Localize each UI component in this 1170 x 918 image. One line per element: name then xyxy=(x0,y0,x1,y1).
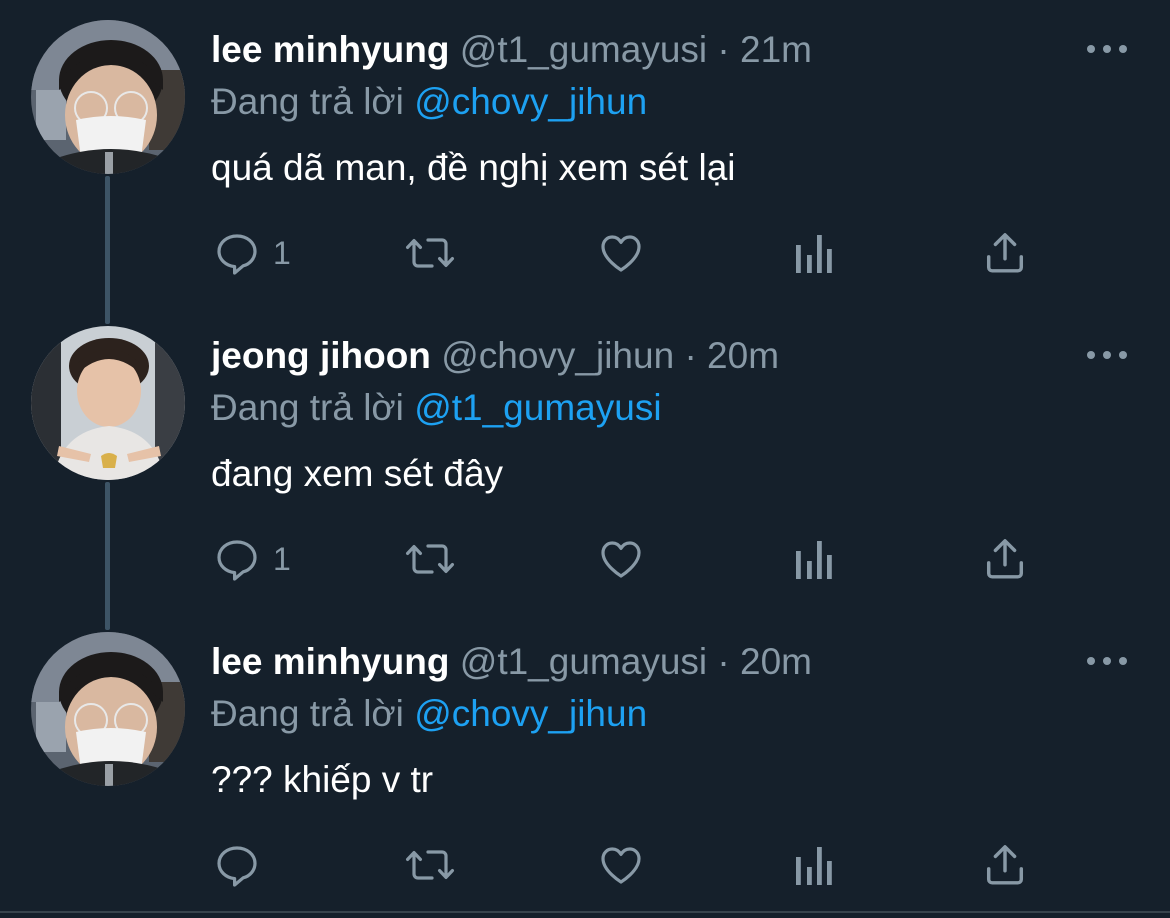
reply-button[interactable]: 1 xyxy=(213,531,291,587)
reply-icon xyxy=(217,540,257,581)
retweet-button[interactable] xyxy=(404,531,456,587)
timestamp[interactable]: 20m xyxy=(707,335,779,376)
tweet-header: lee minhyung @t1_gumayusi · 20m xyxy=(211,640,812,684)
timestamp[interactable]: 20m xyxy=(740,641,812,682)
replying-prefix: Đang trả lời xyxy=(211,81,404,122)
retweet-icon xyxy=(406,544,454,574)
avatar[interactable] xyxy=(31,20,185,174)
replying-prefix: Đang trả lời xyxy=(211,693,404,734)
replying-to: Đang trả lời @chovy_jihun xyxy=(211,80,647,124)
reply-icon xyxy=(217,846,257,887)
like-button[interactable] xyxy=(596,225,646,281)
separator-dot: · xyxy=(684,335,697,376)
retweet-icon xyxy=(406,850,454,880)
analytics-button[interactable] xyxy=(792,225,834,281)
user-handle[interactable]: @t1_gumayusi xyxy=(460,29,707,70)
mention-link[interactable]: @t1_gumayusi xyxy=(414,387,661,428)
display-name[interactable]: lee minhyung xyxy=(211,29,449,70)
mention-link[interactable]: @chovy_jihun xyxy=(414,693,647,734)
mention-link[interactable]: @chovy_jihun xyxy=(414,81,647,122)
like-icon xyxy=(601,847,641,884)
more-icon[interactable] xyxy=(1087,344,1127,366)
replying-to: Đang trả lời @chovy_jihun xyxy=(211,692,647,736)
tweet[interactable]: jeong jihoon @chovy_jihun · 20m Đang trả… xyxy=(0,306,1170,612)
more-icon[interactable] xyxy=(1087,38,1127,60)
share-icon xyxy=(986,233,1024,273)
tweet-actions xyxy=(0,837,1170,897)
avatar[interactable] xyxy=(31,326,185,480)
retweet-icon xyxy=(406,238,454,268)
timestamp[interactable]: 21m xyxy=(740,29,812,70)
like-button[interactable] xyxy=(596,531,646,587)
analytics-icon xyxy=(796,235,832,273)
like-button[interactable] xyxy=(596,837,646,893)
analytics-icon xyxy=(796,847,832,885)
analytics-button[interactable] xyxy=(792,837,834,893)
replying-to: Đang trả lời @t1_gumayusi xyxy=(211,386,662,430)
retweet-button[interactable] xyxy=(404,837,456,893)
conversation-thread: lee minhyung @t1_gumayusi · 21m Đang trả… xyxy=(0,0,1170,916)
tweet-actions: 1 xyxy=(0,225,1170,285)
tweet-text: đang xem sét đây xyxy=(211,453,504,494)
share-icon xyxy=(986,539,1024,579)
tweet-text: ??? khiếp v tr xyxy=(211,759,434,800)
analytics-button[interactable] xyxy=(792,531,834,587)
tweet-actions: 1 xyxy=(0,531,1170,591)
tweet[interactable]: lee minhyung @t1_gumayusi · 21m Đang trả… xyxy=(0,0,1170,306)
share-icon xyxy=(986,845,1024,885)
user-handle[interactable]: @chovy_jihun xyxy=(441,335,674,376)
avatar[interactable] xyxy=(31,632,185,786)
user-handle[interactable]: @t1_gumayusi xyxy=(460,641,707,682)
separator-dot: · xyxy=(717,641,730,682)
replying-prefix: Đang trả lời xyxy=(211,387,404,428)
like-icon xyxy=(601,541,641,578)
tweet-header: lee minhyung @t1_gumayusi · 21m xyxy=(211,28,812,72)
tweet-header: jeong jihoon @chovy_jihun · 20m xyxy=(211,334,779,378)
separator-dot: · xyxy=(717,29,730,70)
more-icon[interactable] xyxy=(1087,650,1127,672)
tweet-text: quá dã man, đề nghị xem sét lại xyxy=(211,147,736,188)
reply-button[interactable] xyxy=(213,837,273,893)
reply-button[interactable]: 1 xyxy=(213,225,291,281)
share-button[interactable] xyxy=(982,837,1028,893)
reply-icon xyxy=(217,234,257,275)
reply-count: 1 xyxy=(273,540,291,577)
display-name[interactable]: jeong jihoon xyxy=(211,335,431,376)
tweet[interactable]: lee minhyung @t1_gumayusi · 20m Đang trả… xyxy=(0,612,1170,918)
display-name[interactable]: lee minhyung xyxy=(211,641,449,682)
share-button[interactable] xyxy=(982,225,1028,281)
analytics-icon xyxy=(796,541,832,579)
like-icon xyxy=(601,235,641,272)
divider xyxy=(0,911,1170,913)
retweet-button[interactable] xyxy=(404,225,456,281)
reply-count: 1 xyxy=(273,234,291,271)
share-button[interactable] xyxy=(982,531,1028,587)
